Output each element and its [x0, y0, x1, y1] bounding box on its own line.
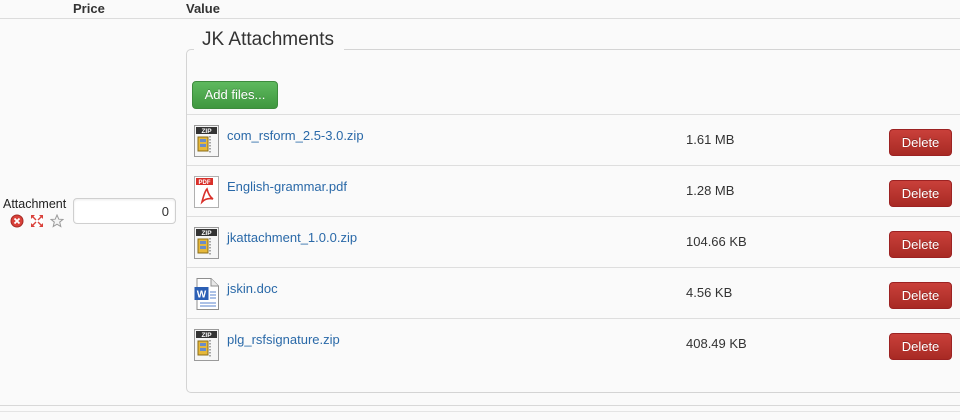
expand-icon[interactable]	[30, 214, 44, 228]
file-row: ZIP plg_rsfsignature.zip 408.49 KB Delete	[187, 318, 960, 369]
file-size: 104.66 KB	[686, 234, 747, 249]
delete-button[interactable]: Delete	[889, 129, 952, 156]
file-name-link[interactable]: English-grammar.pdf	[227, 179, 347, 194]
zip-file-icon: ZIP	[194, 227, 219, 259]
svg-text:ZIP: ZIP	[201, 230, 212, 237]
delete-button[interactable]: Delete	[889, 282, 952, 309]
price-input[interactable]	[73, 198, 176, 224]
file-name-link[interactable]: jkattachment_1.0.0.zip	[227, 230, 357, 245]
add-files-button[interactable]: Add files...	[192, 81, 278, 109]
zip-file-icon: ZIP	[194, 125, 219, 157]
zip-file-icon: ZIP	[194, 329, 219, 361]
svg-text:PDF: PDF	[199, 180, 211, 186]
price-column-header: Price	[73, 1, 105, 16]
file-row: ZIP com_rsform_2.5-3.0.zip 1.61 MB Delete	[187, 114, 960, 165]
svg-text:W: W	[197, 290, 207, 301]
file-size: 1.61 MB	[686, 132, 735, 147]
value-column-header: Value	[186, 1, 220, 16]
file-row: PDF English-grammar.pdf 1.28 MB Delete	[187, 165, 960, 216]
column-headers: Price Value	[0, 0, 960, 19]
divider	[0, 405, 960, 406]
delete-button[interactable]: Delete	[889, 231, 952, 258]
delete-button[interactable]: Delete	[889, 180, 952, 207]
file-row: ZIP jkattachment_1.0.0.zip 104.66 KB Delete	[187, 216, 960, 267]
file-name-link[interactable]: com_rsform_2.5-3.0.zip	[227, 128, 364, 143]
file-size: 1.28 MB	[686, 183, 735, 198]
file-list: ZIP com_rsform_2.5-3.0.zip 1.61 MB Delete PD…	[187, 114, 960, 369]
file-size: 408.49 KB	[686, 336, 747, 351]
file-size: 4.56 KB	[686, 285, 733, 300]
attachment-controls	[10, 213, 65, 228]
star-icon[interactable]	[49, 213, 65, 228]
svg-text:ZIP: ZIP	[201, 128, 212, 135]
doc-file-icon: W	[194, 278, 219, 310]
svg-text:ZIP: ZIP	[201, 332, 212, 339]
file-name-link[interactable]: jskin.doc	[227, 281, 278, 296]
pdf-file-icon: PDF	[194, 176, 219, 208]
fieldset-legend: JK Attachments	[194, 28, 345, 52]
remove-icon[interactable]	[10, 214, 24, 228]
delete-button[interactable]: Delete	[889, 333, 952, 360]
file-name-link[interactable]: plg_rsfsignature.zip	[227, 332, 340, 347]
file-row: Wjskin.doc 4.56 KB Delete	[187, 267, 960, 318]
attachment-label: Attachment	[3, 197, 67, 211]
divider	[0, 411, 960, 412]
